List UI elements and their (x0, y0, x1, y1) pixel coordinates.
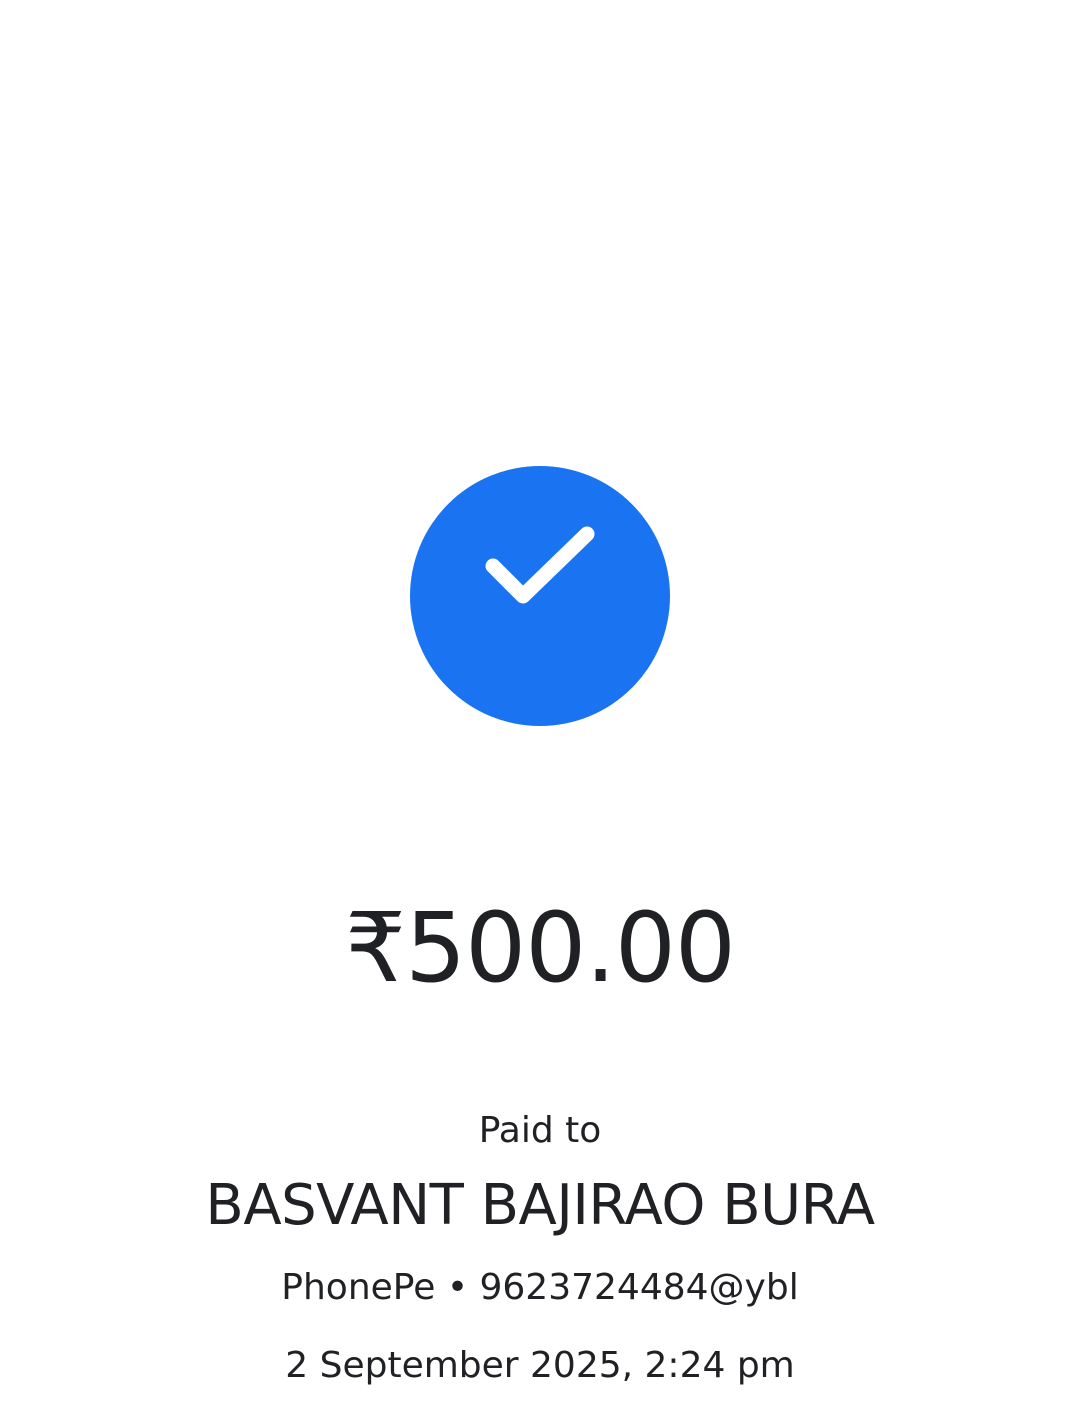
recipient-name: BASVANT BAJIRAO BURA (205, 1173, 875, 1238)
payment-success-screen: ₹500.00 Paid to BASVANT BAJIRAO BURA Pho… (0, 0, 1080, 1427)
payment-amount: ₹500.00 (345, 892, 736, 1004)
payment-timestamp: 2 September 2025, 2:24 pm (285, 1345, 795, 1386)
check-icon (485, 526, 595, 604)
paid-to-label: Paid to (478, 1110, 602, 1151)
success-badge (410, 466, 670, 726)
recipient-upi-id: PhonePe • 9623724484@ybl (281, 1267, 799, 1308)
